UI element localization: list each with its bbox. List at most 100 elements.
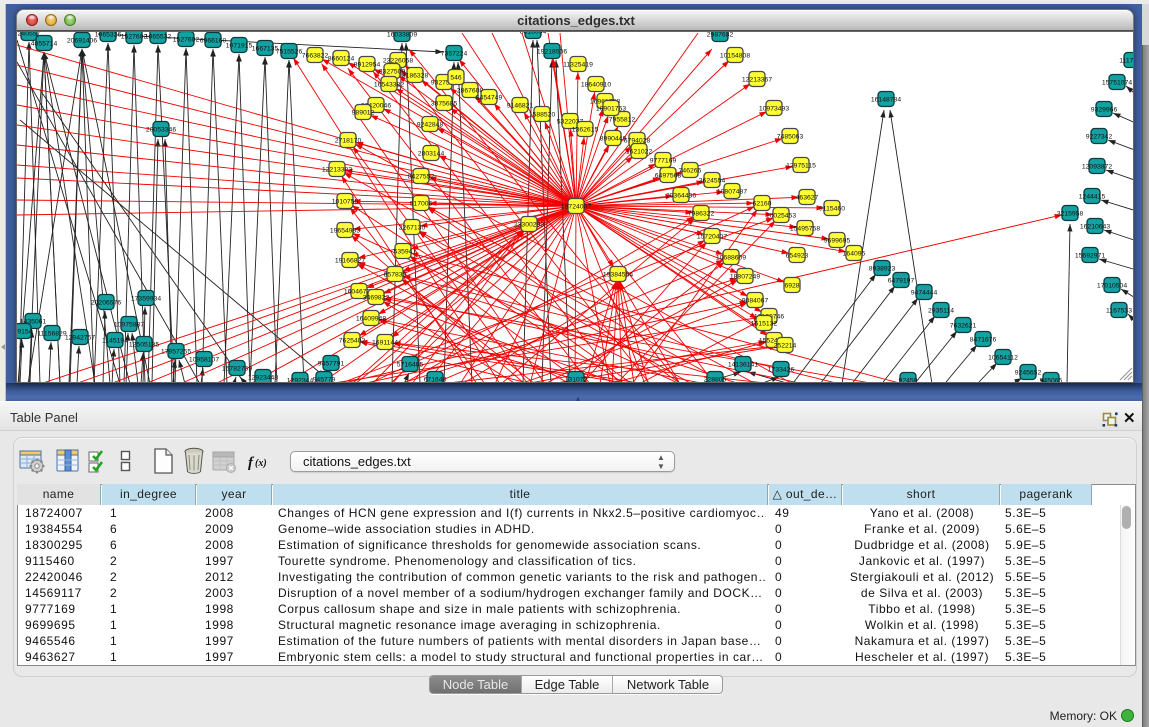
svg-text:19166827: 19166827 (335, 257, 365, 264)
svg-text:164095: 164095 (843, 250, 866, 257)
svg-text:3624554: 3624554 (699, 177, 726, 184)
svg-text:252214: 252214 (774, 342, 797, 349)
svg-text:917006: 917006 (410, 200, 433, 207)
svg-text:11325419: 11325419 (563, 61, 593, 68)
svg-text:17957255: 17957255 (161, 348, 191, 355)
svg-text:10654112: 10654112 (988, 354, 1018, 361)
svg-text:8912954: 8912954 (354, 61, 381, 68)
svg-text:8990448: 8990448 (600, 135, 627, 142)
svg-text:2803144: 2803144 (418, 150, 445, 157)
svg-text:1621022: 1621022 (626, 148, 653, 155)
svg-text:9474444: 9474444 (911, 289, 938, 296)
svg-text:16210643: 16210643 (1080, 223, 1110, 230)
svg-text:10688609: 10688609 (716, 254, 746, 261)
svg-text:1588520: 1588520 (529, 111, 556, 118)
svg-text:15720407: 15720407 (697, 233, 727, 240)
svg-text:1065532: 1065532 (145, 33, 172, 40)
svg-text:18640910: 18640910 (581, 81, 611, 88)
svg-text:16409948: 16409948 (356, 315, 386, 322)
svg-text:746266: 746266 (679, 167, 702, 174)
svg-text:9227342: 9227342 (1086, 133, 1113, 140)
svg-text:10973493: 10973493 (759, 105, 789, 112)
svg-text:6928: 6928 (784, 282, 799, 289)
svg-text:12923448: 12923448 (248, 374, 278, 381)
svg-text:3469822: 3469822 (363, 294, 390, 301)
svg-text:1615132: 1615132 (751, 320, 778, 327)
svg-text:10025453: 10025453 (766, 212, 796, 219)
svg-text:9146821: 9146821 (507, 102, 534, 109)
svg-text:10901763: 10901763 (596, 105, 626, 112)
svg-text:10958107: 10958107 (189, 356, 219, 363)
svg-text:1010755: 1010755 (332, 198, 359, 205)
svg-text:7515526: 7515526 (276, 48, 303, 55)
svg-text:8938923: 8938923 (869, 265, 896, 272)
svg-text:7357224: 7357224 (441, 50, 468, 57)
svg-text:228805: 228805 (704, 376, 727, 382)
svg-text:20364436: 20364436 (666, 192, 696, 199)
svg-text:20691406: 20691406 (67, 37, 97, 44)
svg-text:16148784: 16148784 (871, 96, 901, 103)
svg-text:1145194: 1145194 (102, 337, 128, 344)
svg-text:463627: 463627 (796, 194, 819, 201)
svg-text:15495758: 15495758 (790, 225, 820, 232)
svg-text:12942757: 12942757 (65, 334, 95, 341)
svg-text:14136141: 14136141 (728, 361, 758, 368)
svg-text:7986322: 7986322 (688, 210, 715, 217)
svg-text:8813054: 8813054 (520, 32, 547, 35)
svg-text:16033809: 16033809 (387, 32, 417, 38)
svg-text:1362615: 1362615 (572, 126, 599, 133)
svg-text:857833: 857833 (384, 271, 407, 278)
svg-text:10154808: 10154808 (720, 52, 750, 59)
svg-text:1071915: 1071915 (226, 42, 253, 49)
svg-text:4055714: 4055714 (31, 40, 58, 47)
svg-text:945065: 945065 (1040, 377, 1063, 382)
svg-text:3875685: 3875685 (431, 100, 458, 107)
svg-text:23300293: 23300293 (514, 221, 544, 228)
svg-text:9777169: 9777169 (650, 157, 677, 164)
svg-text:546: 546 (450, 74, 462, 81)
svg-text:16782759: 16782759 (222, 365, 252, 372)
svg-text:15692971: 15692971 (1075, 252, 1105, 259)
svg-text:15751074: 15751074 (1102, 79, 1132, 86)
svg-text:7663822: 7663822 (302, 52, 329, 59)
svg-text:(x): (x) (255, 458, 267, 469)
svg-text:671648: 671648 (424, 376, 447, 382)
svg-text:9245652: 9245652 (1015, 369, 1042, 376)
svg-text:1065326: 1065326 (95, 32, 122, 38)
svg-text:12975115: 12975115 (786, 162, 816, 169)
svg-text:18724007: 18724007 (561, 203, 591, 210)
svg-text:1733426: 1733426 (768, 366, 795, 373)
svg-text:19384554: 19384554 (603, 271, 633, 278)
svg-text:9699695: 9699695 (824, 237, 851, 244)
svg-text:8660124: 8660124 (328, 55, 355, 62)
svg-text:5716485: 5716485 (397, 361, 424, 368)
svg-text:8454749: 8454749 (476, 94, 503, 101)
svg-text:12213383: 12213383 (322, 166, 352, 173)
svg-text:6966160: 6966160 (200, 37, 227, 44)
svg-text:f: f (248, 455, 255, 471)
svg-text:2987682: 2987682 (707, 32, 734, 38)
svg-text:1667135: 1667135 (252, 45, 279, 52)
svg-text:3215958: 3215958 (1057, 210, 1084, 217)
svg-text:3267130: 3267130 (399, 224, 426, 231)
svg-text:18807249: 18807249 (730, 273, 760, 280)
svg-text:19218506: 19218506 (537, 48, 567, 55)
svg-text:39154: 39154 (17, 328, 33, 335)
svg-text:53594: 53594 (394, 248, 413, 255)
svg-text:2867608: 2867608 (457, 87, 484, 94)
svg-text:9115460: 9115460 (819, 205, 845, 212)
svg-text:92450: 92450 (899, 377, 918, 382)
svg-text:62160: 62160 (753, 200, 772, 207)
svg-text:16543382: 16543382 (374, 81, 404, 88)
svg-text:945779: 945779 (313, 376, 336, 382)
svg-text:131072: 131072 (565, 376, 588, 382)
svg-text:17010504: 17010504 (1097, 282, 1127, 289)
svg-text:7955812: 7955812 (609, 116, 636, 123)
svg-text:1527602: 1527602 (121, 33, 148, 40)
svg-text:11156829: 11156829 (37, 330, 66, 337)
svg-text:12093872: 12093872 (1082, 163, 1112, 170)
svg-text:9242848: 9242848 (417, 121, 444, 128)
svg-text:9457791: 9457791 (318, 360, 345, 367)
svg-text:20053346: 20053346 (146, 126, 176, 133)
svg-text:1292344: 1292344 (287, 377, 314, 382)
